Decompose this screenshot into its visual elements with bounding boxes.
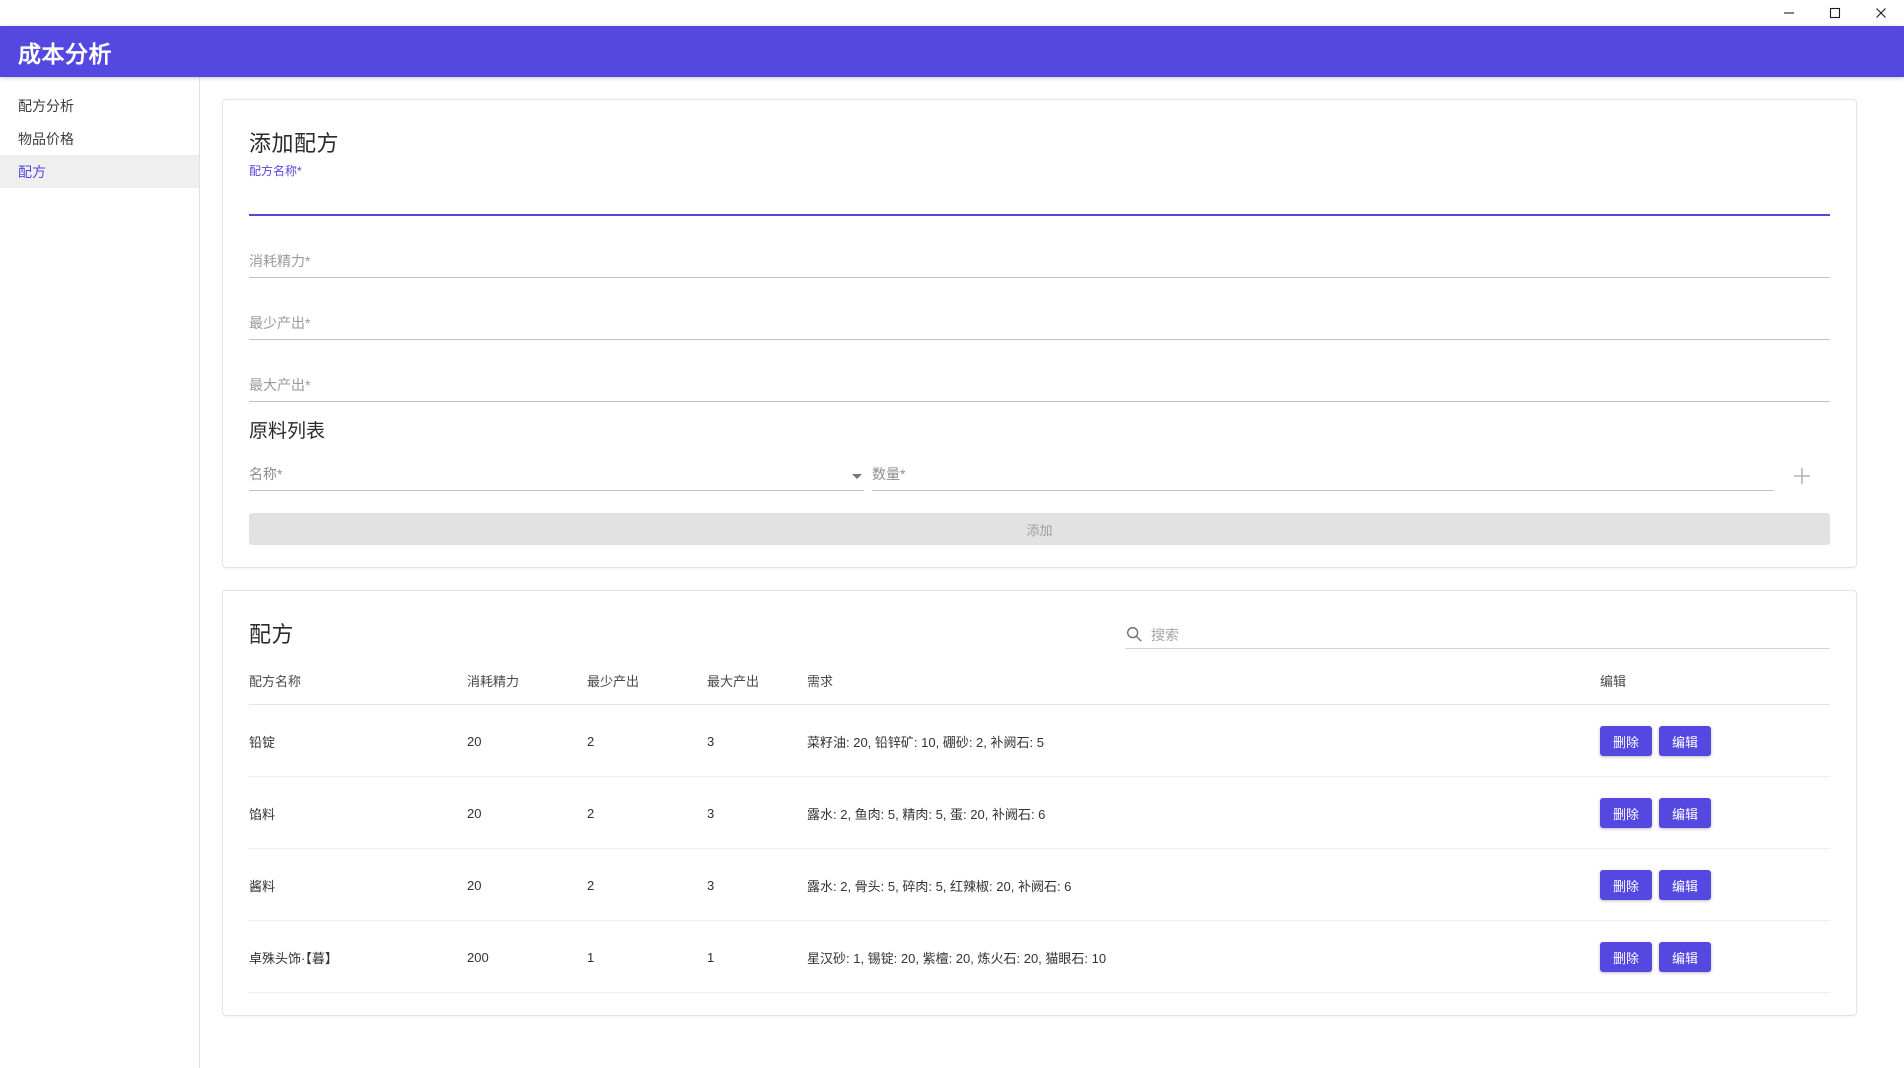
sidebar-item-recipe-analysis[interactable]: 配方分析 — [0, 89, 199, 122]
app-header: 成本分析 — [0, 26, 1904, 77]
recipes-header: 配方 — [249, 617, 1830, 649]
cell-stamina: 20 — [467, 776, 587, 849]
cell-stamina: 20 — [467, 848, 587, 921]
cell-stamina: 200 — [467, 920, 587, 993]
window-titlebar — [0, 0, 1904, 26]
table-row: 卓殊头饰·【暮】 200 1 1 星汉砂: 1, 锡锭: 20, 紫檀: 20,… — [249, 920, 1830, 993]
delete-button[interactable]: 删除 — [1600, 798, 1653, 828]
min-output-field[interactable]: 最少产出* — [249, 296, 1830, 340]
edit-button[interactable]: 编辑 — [1659, 870, 1712, 900]
sidebar-item-item-prices[interactable]: 物品价格 — [0, 122, 199, 155]
sidebar-item-recipes[interactable]: 配方 — [0, 155, 199, 188]
cell-name: 酱料 — [249, 848, 467, 921]
delete-button[interactable]: 删除 — [1600, 942, 1653, 972]
cell-actions: 删除 编辑 — [1600, 920, 1830, 993]
edit-button[interactable]: 编辑 — [1659, 726, 1712, 756]
add-recipe-title: 添加配方 — [249, 131, 340, 156]
stamina-field[interactable]: 消耗精力* — [249, 234, 1830, 278]
cell-max: 3 — [707, 704, 807, 777]
recipes-table: 配方名称 消耗精力 最少产出 最大产出 需求 编辑 铅锭 20 2 3 菜籽油: — [249, 671, 1830, 993]
cell-requirements: 星汉砂: 1, 锡锭: 20, 紫檀: 20, 炼火石: 20, 猫眼石: 10 — [807, 920, 1600, 993]
sidebar-item-label: 物品价格 — [18, 130, 74, 147]
min-output-input[interactable] — [249, 304, 1830, 339]
main-content: 添加配方 配方名称* 消耗精力* 最少产出* 最大产出* 原料列表 名称* 数量… — [200, 77, 1904, 1068]
sidebar: 配方分析 物品价格 配方 — [0, 77, 200, 1068]
table-row: 酱料 20 2 3 露水: 2, 骨头: 5, 碎肉: 5, 红辣椒: 20, … — [249, 848, 1830, 921]
ingredient-qty-placeholder: 数量* — [872, 466, 906, 482]
app-title: 成本分析 — [18, 40, 112, 67]
edit-button[interactable]: 编辑 — [1659, 942, 1712, 972]
cell-name: 铅锭 — [249, 704, 467, 777]
delete-button[interactable]: 删除 — [1600, 726, 1653, 756]
cell-requirements: 露水: 2, 骨头: 5, 碎肉: 5, 红辣椒: 20, 补阙石: 6 — [807, 848, 1600, 921]
ingredient-name-placeholder: 名称* — [249, 466, 283, 482]
ingredient-qty-field[interactable]: 数量* — [872, 457, 1774, 491]
cell-name: 卓殊头饰·【暮】 — [249, 920, 467, 993]
cell-max: 3 — [707, 848, 807, 921]
chevron-down-icon — [852, 474, 862, 479]
delete-button[interactable]: 删除 — [1600, 870, 1653, 900]
table-header-row: 配方名称 消耗精力 最少产出 最大产出 需求 编辑 — [249, 671, 1830, 705]
search-icon — [1127, 627, 1142, 642]
column-header-edit: 编辑 — [1600, 671, 1830, 705]
cell-stamina: 20 — [467, 704, 587, 777]
search-box[interactable] — [1125, 625, 1830, 649]
recipes-card: 配方 配方名称 消耗精力 最少产出 最大产出 需求 — [222, 590, 1857, 1016]
close-icon[interactable] — [1858, 0, 1904, 26]
cell-max: 1 — [707, 920, 807, 993]
stamina-input[interactable] — [249, 242, 1830, 277]
submit-recipe-button[interactable]: 添加 — [249, 513, 1830, 545]
add-recipe-card: 添加配方 配方名称* 消耗精力* 最少产出* 最大产出* 原料列表 名称* 数量… — [222, 99, 1857, 568]
recipes-title: 配方 — [249, 622, 295, 647]
search-input[interactable] — [1151, 627, 1830, 643]
cell-min: 2 — [587, 704, 707, 777]
sidebar-item-label: 配方分析 — [18, 97, 74, 114]
recipe-name-input[interactable] — [249, 179, 1830, 214]
max-output-field[interactable]: 最大产出* — [249, 358, 1830, 402]
cell-max: 3 — [707, 776, 807, 849]
cell-actions: 删除 编辑 — [1600, 776, 1830, 849]
cell-name: 馅料 — [249, 776, 467, 849]
recipe-name-field[interactable]: 配方名称* — [249, 162, 1830, 216]
table-row: 铅锭 20 2 3 菜籽油: 20, 铅锌矿: 10, 硼砂: 2, 补阙石: … — [249, 704, 1830, 777]
cell-actions: 删除 编辑 — [1600, 848, 1830, 921]
column-header-requirements: 需求 — [807, 671, 1600, 705]
ingredient-row: 名称* 数量* — [249, 457, 1830, 491]
column-header-max: 最大产出 — [707, 671, 807, 705]
cell-min: 2 — [587, 776, 707, 849]
cell-requirements: 菜籽油: 20, 铅锌矿: 10, 硼砂: 2, 补阙石: 5 — [807, 704, 1600, 777]
cell-min: 2 — [587, 848, 707, 921]
plus-icon[interactable] — [1774, 465, 1830, 491]
minimize-icon[interactable] — [1766, 0, 1812, 26]
cell-min: 1 — [587, 920, 707, 993]
table-row: 馅料 20 2 3 露水: 2, 鱼肉: 5, 精肉: 5, 蛋: 20, 补阙… — [249, 776, 1830, 849]
edit-button[interactable]: 编辑 — [1659, 798, 1712, 828]
app-body: 配方分析 物品价格 配方 添加配方 配方名称* 消耗精力* 最少产出* 最大产出… — [0, 77, 1904, 1068]
column-header-name: 配方名称 — [249, 671, 467, 705]
sidebar-item-label: 配方 — [18, 163, 46, 180]
cell-requirements: 露水: 2, 鱼肉: 5, 精肉: 5, 蛋: 20, 补阙石: 6 — [807, 776, 1600, 849]
column-header-stamina: 消耗精力 — [467, 671, 587, 705]
ingredients-title: 原料列表 — [249, 421, 326, 442]
column-header-min: 最少产出 — [587, 671, 707, 705]
cell-actions: 删除 编辑 — [1600, 704, 1830, 777]
recipe-name-label: 配方名称* — [249, 164, 302, 178]
max-output-input[interactable] — [249, 366, 1830, 401]
ingredient-name-select[interactable]: 名称* — [249, 457, 864, 491]
maximize-icon[interactable] — [1812, 0, 1858, 26]
